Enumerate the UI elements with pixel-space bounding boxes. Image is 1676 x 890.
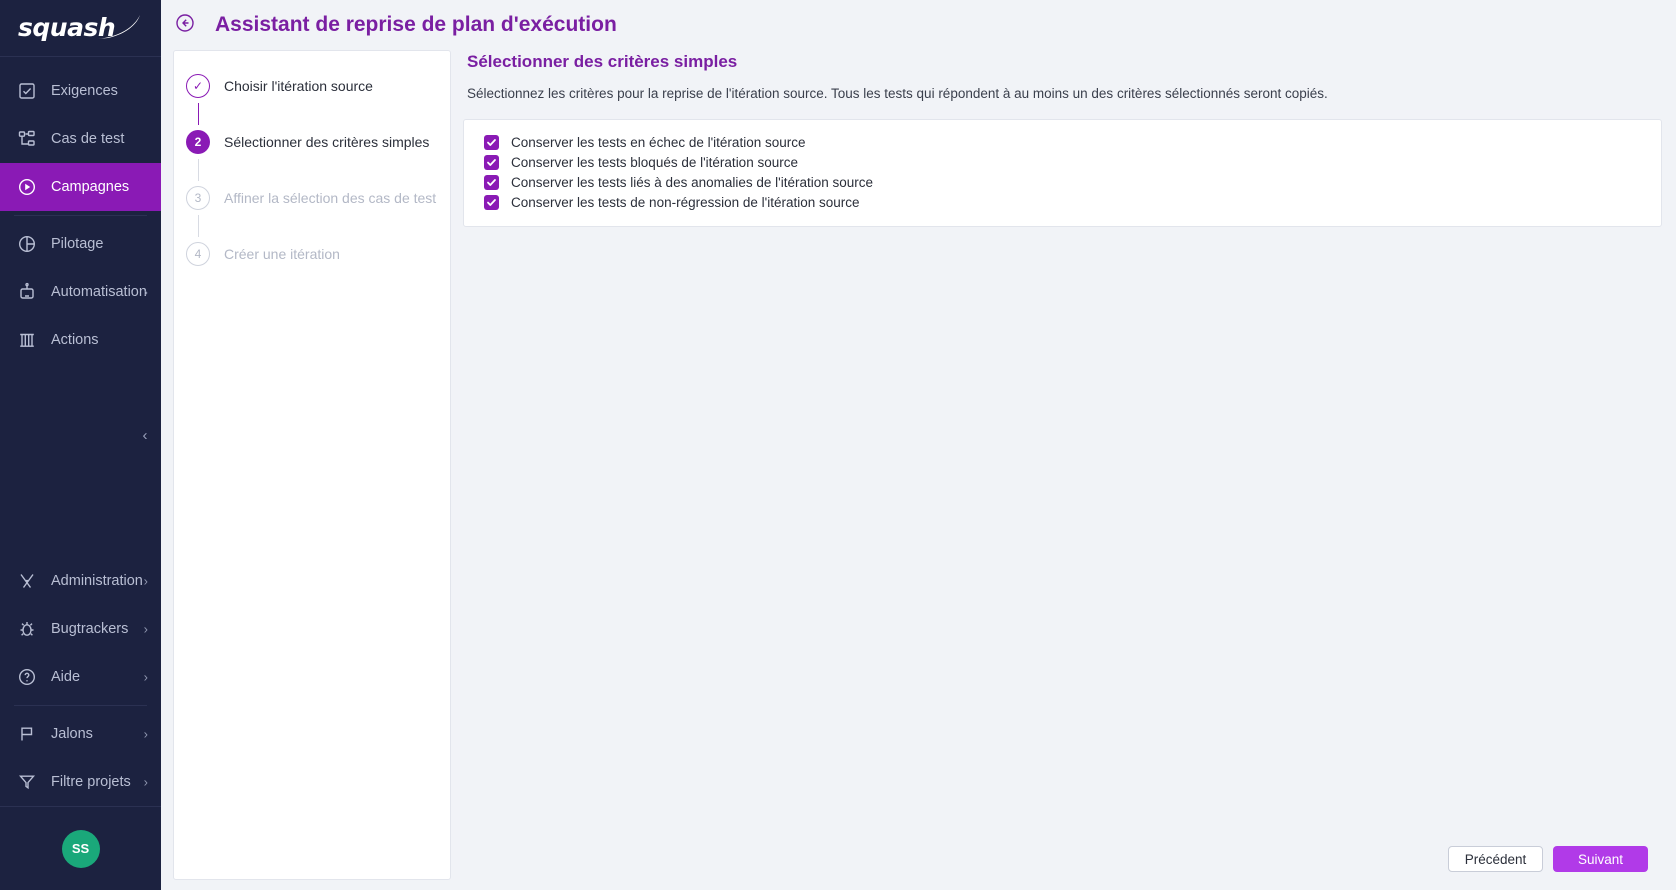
checkbox-checked-icon[interactable] <box>484 174 499 190</box>
tools-icon <box>17 571 37 591</box>
sidebar-item-label: Automatisation <box>51 284 147 300</box>
sidebar-item-label: Jalons <box>51 726 93 742</box>
checkbox-checked-icon[interactable] <box>484 134 499 150</box>
sidebar-nav-secondary: Administration › Bugtrackers › Aide › Ja… <box>0 547 161 806</box>
content-header: Sélectionner des critères simples Sélect… <box>463 50 1662 119</box>
step-connector <box>197 103 199 125</box>
content-description: Sélectionnez les critères pour la repris… <box>467 86 1328 101</box>
step-item-3[interactable]: 3 Affiner la sélection des cas de test <box>174 181 450 215</box>
avatar-area: SS <box>0 806 161 890</box>
sidebar-collapse-button[interactable]: ‹ <box>135 425 155 445</box>
step-marker-todo: 4 <box>186 242 210 266</box>
app-root: squash Exigences Cas de test Campagnes P… <box>0 0 1676 890</box>
sidebar-divider <box>14 705 147 706</box>
sidebar-item-filtre-projets[interactable]: Filtre projets › <box>0 758 161 806</box>
checkbox-checked-icon[interactable] <box>484 154 499 170</box>
wizard-content: Sélectionner des critères simples Sélect… <box>463 50 1662 890</box>
step-label: Sélectionner des critères simples <box>224 134 430 150</box>
sidebar-item-campagnes[interactable]: Campagnes <box>0 163 161 211</box>
checkbox-checked-icon[interactable] <box>484 194 499 210</box>
funnel-icon <box>17 772 37 792</box>
chevron-right-icon: › <box>143 284 148 300</box>
sidebar-item-label: Exigences <box>51 83 118 99</box>
sidebar-divider <box>14 215 147 216</box>
step-connector <box>197 159 199 181</box>
wizard-footer: Précédent Suivant <box>463 846 1662 890</box>
criteria-label: Conserver les tests liés à des anomalies… <box>511 174 874 190</box>
sidebar-item-label: Cas de test <box>51 131 125 147</box>
chevron-left-icon: ‹ <box>142 426 148 444</box>
sidebar-item-label: Aide <box>51 669 81 685</box>
sidebar-item-label: Administration <box>51 573 143 589</box>
sidebar-item-actions[interactable]: Actions <box>0 316 161 364</box>
back-button[interactable] <box>173 13 197 37</box>
criteria-item[interactable]: Conserver les tests de non-régression de… <box>484 192 1661 212</box>
step-marker-done: ✓ <box>186 74 210 98</box>
sidebar-item-aide[interactable]: Aide › <box>0 653 161 701</box>
sidebar-item-label: Filtre projets <box>51 774 131 790</box>
test-case-icon <box>17 129 37 149</box>
sidebar-item-cas-de-test[interactable]: Cas de test <box>0 115 161 163</box>
sidebar-item-automatisation[interactable]: Automatisation › <box>0 268 161 316</box>
sidebar-item-administration[interactable]: Administration › <box>0 557 161 605</box>
previous-button[interactable]: Précédent <box>1448 846 1543 872</box>
step-label: Affiner la sélection des cas de test <box>224 190 437 206</box>
next-button[interactable]: Suivant <box>1553 846 1648 872</box>
wizard-body: ✓ Choisir l'itération source 2 Sélection… <box>161 36 1676 890</box>
step-item-4[interactable]: 4 Créer une itération <box>174 237 450 271</box>
criteria-item[interactable]: Conserver les tests en échec de l'itérat… <box>484 132 1661 152</box>
pie-chart-icon <box>17 234 37 254</box>
criteria-label: Conserver les tests de non-régression de… <box>511 194 860 210</box>
criteria-card: Conserver les tests en échec de l'itérat… <box>463 119 1662 227</box>
criteria-item[interactable]: Conserver les tests liés à des anomalies… <box>484 172 1661 192</box>
page-title: Assistant de reprise de plan d'exécution <box>215 13 617 36</box>
main-area: Assistant de reprise de plan d'exécution… <box>161 0 1676 890</box>
sidebar-item-label: Campagnes <box>51 179 130 195</box>
sidebar-item-jalons[interactable]: Jalons › <box>0 710 161 758</box>
requirements-icon <box>17 81 37 101</box>
sidebar-item-pilotage[interactable]: Pilotage <box>0 220 161 268</box>
logo-swoosh-icon <box>96 11 142 43</box>
actions-icon <box>17 330 37 350</box>
sidebar-item-exigences[interactable]: Exigences <box>0 67 161 115</box>
content-title: Sélectionner des critères simples <box>467 52 738 71</box>
step-marker-current: 2 <box>186 130 210 154</box>
sidebar-item-label: Bugtrackers <box>51 621 129 637</box>
sidebar-item-bugtrackers[interactable]: Bugtrackers › <box>0 605 161 653</box>
chevron-right-icon: › <box>143 726 148 742</box>
chevron-right-icon: › <box>143 573 148 589</box>
step-label: Créer une itération <box>224 246 340 262</box>
sidebar-nav-main: Exigences Cas de test Campagnes Pilotage… <box>0 57 161 364</box>
chevron-right-icon: › <box>143 669 148 685</box>
step-marker-todo: 3 <box>186 186 210 210</box>
robot-icon <box>17 282 37 302</box>
step-connector <box>197 215 199 237</box>
step-item-1[interactable]: ✓ Choisir l'itération source <box>174 69 450 103</box>
page-header: Assistant de reprise de plan d'exécution <box>161 0 1676 36</box>
criteria-item[interactable]: Conserver les tests bloqués de l'itérati… <box>484 152 1661 172</box>
chevron-right-icon: › <box>143 621 148 637</box>
back-circle-icon <box>174 12 196 39</box>
chevron-right-icon: › <box>143 774 148 790</box>
sidebar-item-label: Actions <box>51 332 99 348</box>
criteria-label: Conserver les tests en échec de l'itérat… <box>511 134 806 150</box>
avatar[interactable]: SS <box>61 829 100 868</box>
sidebar-item-label: Pilotage <box>51 236 104 252</box>
bug-icon <box>17 619 37 639</box>
step-item-2[interactable]: 2 Sélectionner des critères simples <box>174 125 450 159</box>
wizard-stepper: ✓ Choisir l'itération source 2 Sélection… <box>173 50 451 880</box>
campaign-play-icon <box>17 177 37 197</box>
logo[interactable]: squash <box>0 0 161 57</box>
sidebar: squash Exigences Cas de test Campagnes P… <box>0 0 161 890</box>
step-label: Choisir l'itération source <box>224 78 373 94</box>
help-circle-icon <box>17 667 37 687</box>
flag-icon <box>17 724 37 744</box>
criteria-label: Conserver les tests bloqués de l'itérati… <box>511 154 798 170</box>
